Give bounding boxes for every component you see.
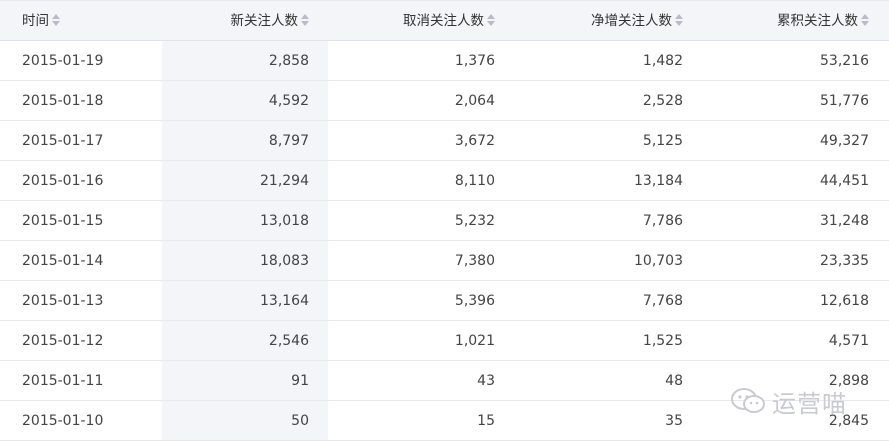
column-header-label: 新关注人数 [230, 13, 299, 29]
cell-date: 2015-01-15 [22, 213, 104, 229]
sort-icon[interactable] [675, 14, 683, 26]
cell-net-growth: 7,768 [642, 293, 683, 309]
table-header: 时间 新关注人数 取消关注人数 净增关注人数 累积关注人数 [0, 0, 889, 41]
cell-new-followers: 50 [291, 413, 309, 429]
cell-unfollows: 3,672 [454, 133, 495, 149]
cell-date: 2015-01-11 [22, 373, 104, 389]
cell-unfollows: 2,064 [454, 93, 495, 109]
cell-date: 2015-01-17 [22, 133, 104, 149]
cell-net-growth: 1,482 [642, 53, 683, 69]
column-header-net-growth[interactable]: 净增关注人数 [515, 1, 683, 42]
cell-cumulative: 49,327 [820, 133, 869, 149]
cell-unfollows: 15 [477, 413, 495, 429]
cell-unfollows: 1,021 [454, 333, 495, 349]
cell-net-growth: 13,184 [634, 173, 683, 189]
cell-new-followers: 2,858 [268, 53, 309, 69]
cell-new-followers: 13,018 [260, 213, 309, 229]
cell-date: 2015-01-18 [22, 93, 104, 109]
cell-unfollows: 43 [477, 373, 495, 389]
cell-net-growth: 1,525 [642, 333, 683, 349]
wechat-icon [731, 388, 765, 413]
column-header-label: 时间 [22, 13, 49, 29]
cell-date: 2015-01-14 [22, 253, 104, 269]
column-header-label: 取消关注人数 [403, 13, 484, 29]
cell-net-growth: 10,703 [634, 253, 683, 269]
cell-new-followers: 2,546 [268, 333, 309, 349]
cell-unfollows: 1,376 [454, 53, 495, 69]
cell-new-followers: 8,797 [268, 133, 309, 149]
cell-net-growth: 35 [665, 413, 683, 429]
cell-date: 2015-01-10 [22, 413, 104, 429]
sort-icon[interactable] [301, 14, 309, 26]
table-row: 2015-01-16 21,294 8,110 13,184 44,451 [0, 161, 889, 201]
cell-new-followers: 13,164 [260, 293, 309, 309]
cell-net-growth: 7,786 [642, 213, 683, 229]
cell-unfollows: 5,232 [454, 213, 495, 229]
cell-cumulative: 12,618 [820, 293, 869, 309]
cell-cumulative: 44,451 [820, 173, 869, 189]
cell-new-followers: 21,294 [260, 173, 309, 189]
column-header-cumulative[interactable]: 累积关注人数 [703, 1, 869, 42]
watermark-text: 运营喵 [772, 389, 847, 418]
cell-new-followers: 91 [291, 373, 309, 389]
cell-date: 2015-01-16 [22, 173, 104, 189]
cell-new-followers: 4,592 [268, 93, 309, 109]
cell-cumulative: 23,335 [820, 253, 869, 269]
cell-new-followers: 18,083 [260, 253, 309, 269]
sort-icon[interactable] [861, 14, 869, 26]
cell-cumulative: 51,776 [820, 93, 869, 109]
cell-cumulative: 31,248 [820, 213, 869, 229]
table-row: 2015-01-14 18,083 7,380 10,703 23,335 [0, 241, 889, 281]
data-table: 时间 新关注人数 取消关注人数 净增关注人数 累积关注人数 2015-01-19… [0, 0, 889, 443]
table-row: 2015-01-15 13,018 5,232 7,786 31,248 [0, 201, 889, 241]
cell-date: 2015-01-13 [22, 293, 104, 309]
cell-unfollows: 8,110 [454, 173, 495, 189]
cell-unfollows: 5,396 [454, 293, 495, 309]
cell-cumulative: 4,571 [828, 333, 869, 349]
sort-icon[interactable] [487, 14, 495, 26]
column-header-label: 净增关注人数 [591, 13, 672, 29]
table-row: 2015-01-19 2,858 1,376 1,482 53,216 [0, 41, 889, 81]
table-row: 2015-01-18 4,592 2,064 2,528 51,776 [0, 81, 889, 121]
sort-icon[interactable] [52, 14, 60, 26]
cell-date: 2015-01-19 [22, 53, 104, 69]
column-header-label: 累积关注人数 [777, 13, 858, 29]
table-row: 2015-01-17 8,797 3,672 5,125 49,327 [0, 121, 889, 161]
cell-date: 2015-01-12 [22, 333, 104, 349]
table-row: 2015-01-12 2,546 1,021 1,525 4,571 [0, 321, 889, 361]
column-header-time[interactable]: 时间 [22, 1, 162, 42]
column-header-new-followers[interactable]: 新关注人数 [162, 1, 309, 42]
cell-net-growth: 48 [665, 373, 683, 389]
cell-net-growth: 5,125 [642, 133, 683, 149]
column-header-unfollows[interactable]: 取消关注人数 [329, 1, 495, 42]
cell-unfollows: 7,380 [454, 253, 495, 269]
cell-cumulative: 53,216 [820, 53, 869, 69]
table-row: 2015-01-13 13,164 5,396 7,768 12,618 [0, 281, 889, 321]
cell-net-growth: 2,528 [642, 93, 683, 109]
watermark: 运营喵 [730, 381, 880, 421]
